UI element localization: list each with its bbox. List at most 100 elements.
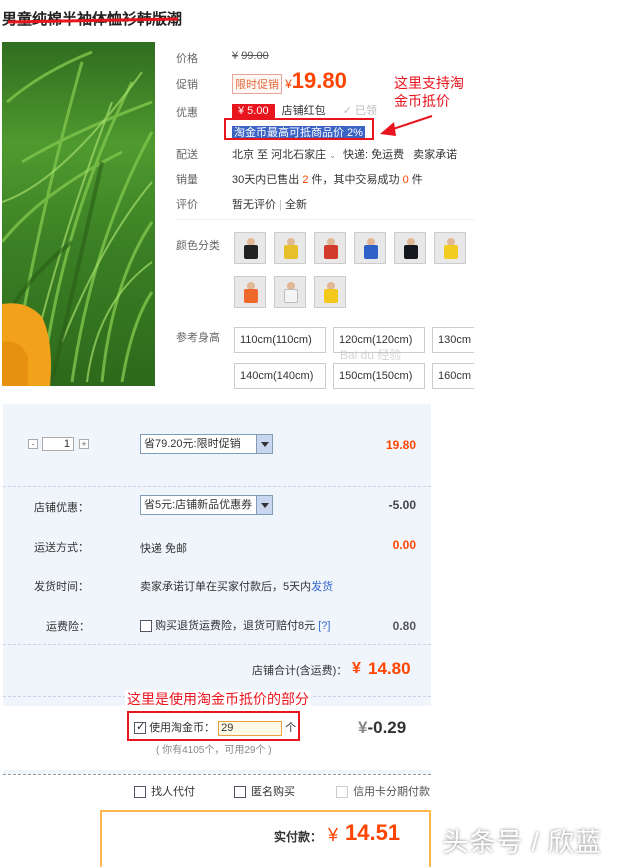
insurance-help-link[interactable]: [?] [318,620,330,632]
taojinbi-balance: ( 你有4105个，可用29个 ) [156,745,272,756]
promo-currency: ¥ [285,77,292,91]
color-swatch[interactable] [234,232,266,264]
discount-row: ¥ 5.00 店铺红包 ✓ 已领 [232,102,377,118]
original-price-value: 99.00 [241,50,269,62]
row-divider [3,644,431,645]
chevron-down-icon: ⌄ [329,151,336,160]
coupon-claimed: ✓ 已领 [342,105,377,117]
coupon-name[interactable]: 店铺红包 [282,105,326,117]
review-label: 评价 [176,199,198,211]
review-text[interactable]: 暂无评价 [232,199,276,211]
shipping-row: 北京 至 河北石家庄 ⌄ 快递: 免运费 卖家承诺 [232,146,474,162]
delivery-label: 运送方式： [34,542,89,554]
color-swatch[interactable] [274,232,306,264]
promo-select-value: 省79.20元:限时促销 [144,438,241,450]
size-option[interactable]: 110cm(110cm) [234,327,326,353]
review-all: 全新 [284,199,307,211]
shop-discount-label: 店铺优惠： [34,502,89,514]
color-swatch[interactable] [314,276,346,308]
sales-success-count: 0 [402,174,409,186]
insurance-label: 运费险： [46,621,90,633]
shop-total-currency: ¥ [352,660,361,677]
installment-checkbox[interactable] [336,786,348,799]
sales-unit: 件 [411,174,423,186]
delivery-value: 快递 免邮 [140,543,188,555]
original-price-currency: ¥ [232,50,239,62]
ship-time-value: 卖家承诺订单在买家付款后，5天内 [140,581,312,593]
coupon-amount[interactable]: ¥ 5.00 [232,104,275,118]
quantity-increase-button[interactable]: + [79,439,89,449]
product-photo[interactable] [2,42,155,386]
taojinbi-deduction-value: -0.29 [367,718,407,737]
shop-discount-select-value: 省5元:店铺新品优惠券 [144,499,253,511]
shop-discount-select[interactable]: 省5元:店铺新品优惠券 [140,495,273,515]
option-proxy-pay[interactable]: 找人代付 [134,783,195,799]
ship-time-link[interactable]: 发货 [311,581,333,593]
source-watermark: 头条号 / 欣蓝 [442,827,602,857]
insurance-text: 购买退货运费险，退货可赔付8元 [155,620,316,632]
sales-text-2: 件，其中交易成功 [311,174,400,186]
annotation-top-line1: 这里支持淘 [394,75,464,91]
props-divider [176,219,474,220]
shipping-seller: 卖家承诺 [413,149,458,161]
promo-label: 促销 [176,79,198,91]
shop-total-label: 店铺合计(含运费)： [252,665,348,677]
size-option[interactable]: 160cm [432,363,474,389]
promo-price-value: 19.80 [291,68,347,93]
taojinbi-unit: 个 [285,722,297,734]
shop-discount-amount: -5.00 [388,498,416,512]
promo-amount: 19.80 [385,438,416,452]
color-swatch[interactable] [354,232,386,264]
sales-text: 30天内已售出 [232,174,300,186]
pay-currency: ¥ [328,825,339,845]
taojinbi-label: 使用淘金币： [149,722,216,734]
shipping-to-dropdown[interactable]: 河北石家庄 ⌄ [271,149,336,161]
taojinbi-row: 使用淘金币： 29 个 [134,719,296,736]
size-option[interactable]: 140cm(140cm) [234,363,326,389]
color-label: 颜色分类 [176,240,220,252]
option-anonymous[interactable]: 匿名购买 [234,783,295,799]
review-row: 暂无评价 | 全新 [232,196,307,212]
chevron-down-icon [256,496,272,514]
option-installment[interactable]: 信用卡分期付款 [336,783,431,799]
taojinbi-input[interactable]: 29 [218,721,283,736]
foliage-illustration [2,50,154,386]
installment-label: 信用卡分期付款 [353,786,431,798]
color-swatch[interactable] [434,232,466,264]
color-swatch[interactable] [394,232,426,264]
shipping-method: 快递: 免运费 [342,149,405,161]
promo-tag: 限时促销 [232,74,282,94]
promo-select[interactable]: 省79.20元:限时促销 [140,434,273,454]
price-label: 价格 [176,53,198,65]
shop-total-value: 14.80 [368,659,411,678]
quantity-decrease-button[interactable]: - [28,439,38,449]
insurance-row: 购买退货运费险，退货可赔付8元 [?] [140,617,330,633]
ship-time-label: 发货时间： [34,581,89,593]
insurance-checkbox[interactable] [140,620,152,633]
quantity-input[interactable]: 1 [42,437,74,451]
anonymous-checkbox[interactable] [234,786,246,799]
annotation-highlight-box [224,118,374,140]
sales-count: 2 [302,174,309,186]
shipping-from: 北京 至 [232,149,269,161]
pay-total: 14.51 [345,820,401,845]
review-separator: | [279,199,282,211]
color-swatch[interactable] [234,276,266,308]
pay-label: 实付款： [274,830,323,844]
size-option[interactable]: 130cm [432,327,474,353]
shipping-label: 配送 [176,149,198,161]
annotation-top: 这里支持淘 金币抵价 [394,74,464,110]
delivery-amount: 0.00 [392,538,416,552]
original-price: ¥ 99.00 [232,50,269,62]
anonymous-label: 匿名购买 [251,786,296,798]
discount-label: 优惠 [176,107,198,119]
row-divider [3,774,431,775]
taojinbi-deduction: ¥-0.29 [358,718,406,738]
promo-price: 限时促销 ¥19.80 [232,68,347,94]
proxy-pay-checkbox[interactable] [134,786,146,799]
color-swatch[interactable] [274,276,306,308]
color-swatch[interactable] [314,232,346,264]
chevron-down-icon [256,435,272,453]
size-option[interactable]: 150cm(150cm) [333,363,425,389]
taojinbi-checkbox[interactable] [134,720,146,735]
